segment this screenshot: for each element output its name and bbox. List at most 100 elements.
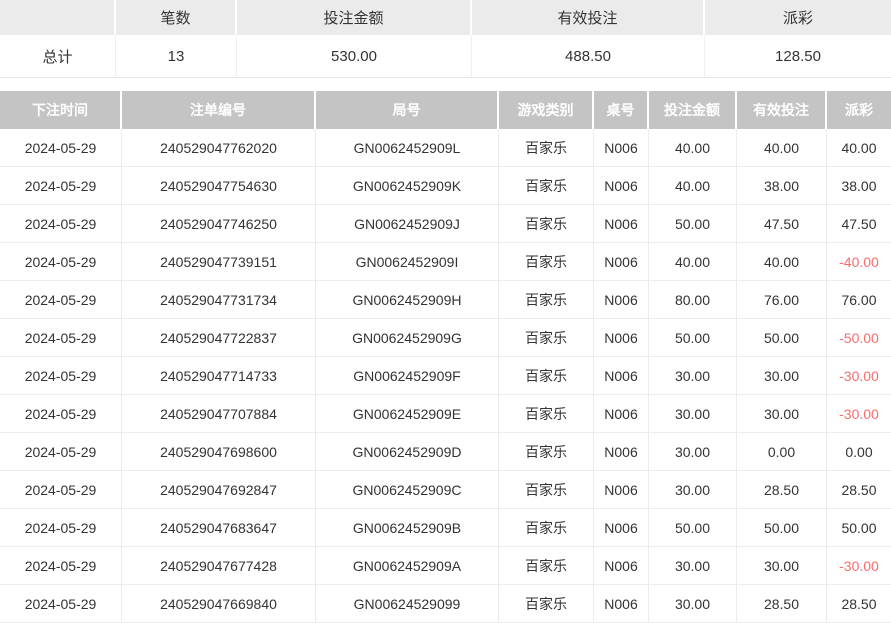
cell-bet-time: 2024-05-29: [0, 167, 122, 205]
cell-payout: -50.00: [827, 319, 891, 357]
cell-table-no: N006: [594, 319, 649, 357]
cell-table-no: N006: [594, 471, 649, 509]
cell-payout: 47.50: [827, 205, 891, 243]
cell-bet-time: 2024-05-29: [0, 585, 122, 623]
summary-header-valid-bet: 有效投注: [472, 0, 705, 35]
cell-game-type: 百家乐: [499, 243, 594, 281]
table-header-row: 下注时间 注单编号 局号 游戏类别 桌号 投注金额 有效投注 派彩: [0, 91, 891, 129]
cell-bet-time: 2024-05-29: [0, 547, 122, 585]
cell-bet-amount: 30.00: [649, 395, 737, 433]
cell-bet-amount: 30.00: [649, 547, 737, 585]
cell-bet-amount: 40.00: [649, 243, 737, 281]
cell-valid-bet: 76.00: [737, 281, 827, 319]
cell-game-type: 百家乐: [499, 319, 594, 357]
cell-bet-amount: 30.00: [649, 471, 737, 509]
cell-bet-time: 2024-05-29: [0, 281, 122, 319]
cell-payout: 50.00: [827, 509, 891, 547]
summary-header-row: 笔数 投注金额 有效投注 派彩: [0, 0, 891, 35]
cell-bet-amount: 30.00: [649, 585, 737, 623]
cell-bet-amount: 30.00: [649, 433, 737, 471]
cell-game-type: 百家乐: [499, 585, 594, 623]
table-row: 2024-05-29240529047677428GN0062452909A百家…: [0, 547, 891, 585]
cell-game-type: 百家乐: [499, 357, 594, 395]
cell-round-id: GN0062452909E: [316, 395, 499, 433]
cell-bet-amount: 80.00: [649, 281, 737, 319]
cell-bet-id: 240529047677428: [122, 547, 316, 585]
cell-valid-bet: 30.00: [737, 547, 827, 585]
cell-table-no: N006: [594, 547, 649, 585]
summary-header-empty: [0, 0, 116, 35]
cell-round-id: GN0062452909F: [316, 357, 499, 395]
table-row: 2024-05-29240529047731734GN0062452909H百家…: [0, 281, 891, 319]
cell-payout: -30.00: [827, 357, 891, 395]
cell-round-id: GN0062452909L: [316, 129, 499, 167]
cell-valid-bet: 40.00: [737, 129, 827, 167]
cell-table-no: N006: [594, 167, 649, 205]
cell-valid-bet: 28.50: [737, 471, 827, 509]
cell-bet-time: 2024-05-29: [0, 205, 122, 243]
cell-round-id: GN0062452909H: [316, 281, 499, 319]
cell-game-type: 百家乐: [499, 281, 594, 319]
cell-bet-amount: 40.00: [649, 129, 737, 167]
cell-bet-time: 2024-05-29: [0, 509, 122, 547]
cell-valid-bet: 28.50: [737, 585, 827, 623]
cell-table-no: N006: [594, 357, 649, 395]
cell-bet-amount: 50.00: [649, 509, 737, 547]
summary-total-valid-bet: 488.50: [472, 35, 705, 77]
cell-bet-id: 240529047669840: [122, 585, 316, 623]
summary-total-count: 13: [116, 35, 237, 77]
table-row: 2024-05-29240529047698600GN0062452909D百家…: [0, 433, 891, 471]
table-row: 2024-05-29240529047762020GN0062452909L百家…: [0, 129, 891, 167]
summary-total-payout: 128.50: [705, 35, 891, 77]
column-header-bet-amount: 投注金额: [649, 91, 737, 129]
cell-table-no: N006: [594, 205, 649, 243]
cell-bet-id: 240529047707884: [122, 395, 316, 433]
summary-total-bet-amount: 530.00: [237, 35, 472, 77]
cell-payout: -40.00: [827, 243, 891, 281]
cell-table-no: N006: [594, 509, 649, 547]
cell-payout: 28.50: [827, 471, 891, 509]
cell-valid-bet: 40.00: [737, 243, 827, 281]
column-header-bet-id: 注单编号: [122, 91, 316, 129]
cell-bet-time: 2024-05-29: [0, 357, 122, 395]
cell-bet-time: 2024-05-29: [0, 129, 122, 167]
cell-round-id: GN0062452909I: [316, 243, 499, 281]
table-row: 2024-05-29240529047714733GN0062452909F百家…: [0, 357, 891, 395]
column-header-bet-time: 下注时间: [0, 91, 122, 129]
cell-game-type: 百家乐: [499, 395, 594, 433]
cell-bet-amount: 50.00: [649, 205, 737, 243]
cell-table-no: N006: [594, 129, 649, 167]
cell-bet-time: 2024-05-29: [0, 319, 122, 357]
cell-game-type: 百家乐: [499, 471, 594, 509]
cell-bet-id: 240529047746250: [122, 205, 316, 243]
cell-game-type: 百家乐: [499, 167, 594, 205]
table-row: 2024-05-29240529047683647GN0062452909B百家…: [0, 509, 891, 547]
cell-round-id: GN0062452909D: [316, 433, 499, 471]
table-row: 2024-05-29240529047739151GN0062452909I百家…: [0, 243, 891, 281]
cell-valid-bet: 30.00: [737, 357, 827, 395]
cell-bet-id: 240529047698600: [122, 433, 316, 471]
cell-bet-time: 2024-05-29: [0, 395, 122, 433]
summary-header-payout: 派彩: [705, 0, 891, 35]
cell-game-type: 百家乐: [499, 129, 594, 167]
cell-valid-bet: 30.00: [737, 395, 827, 433]
column-header-game-type: 游戏类别: [499, 91, 594, 129]
cell-bet-amount: 30.00: [649, 357, 737, 395]
column-header-table-no: 桌号: [594, 91, 649, 129]
cell-valid-bet: 38.00: [737, 167, 827, 205]
cell-table-no: N006: [594, 433, 649, 471]
cell-round-id: GN0062452909G: [316, 319, 499, 357]
cell-bet-time: 2024-05-29: [0, 243, 122, 281]
cell-table-no: N006: [594, 243, 649, 281]
cell-bet-id: 240529047754630: [122, 167, 316, 205]
cell-round-id: GN0062452909J: [316, 205, 499, 243]
table-row: 2024-05-29240529047707884GN0062452909E百家…: [0, 395, 891, 433]
cell-bet-id: 240529047683647: [122, 509, 316, 547]
bet-record-report: 笔数 投注金额 有效投注 派彩 总计 13 530.00 488.50 128.…: [0, 0, 891, 623]
cell-round-id: GN00624529099: [316, 585, 499, 623]
cell-payout: -30.00: [827, 395, 891, 433]
cell-round-id: GN0062452909K: [316, 167, 499, 205]
table-row: 2024-05-29240529047692847GN0062452909C百家…: [0, 471, 891, 509]
cell-game-type: 百家乐: [499, 509, 594, 547]
cell-bet-id: 240529047714733: [122, 357, 316, 395]
